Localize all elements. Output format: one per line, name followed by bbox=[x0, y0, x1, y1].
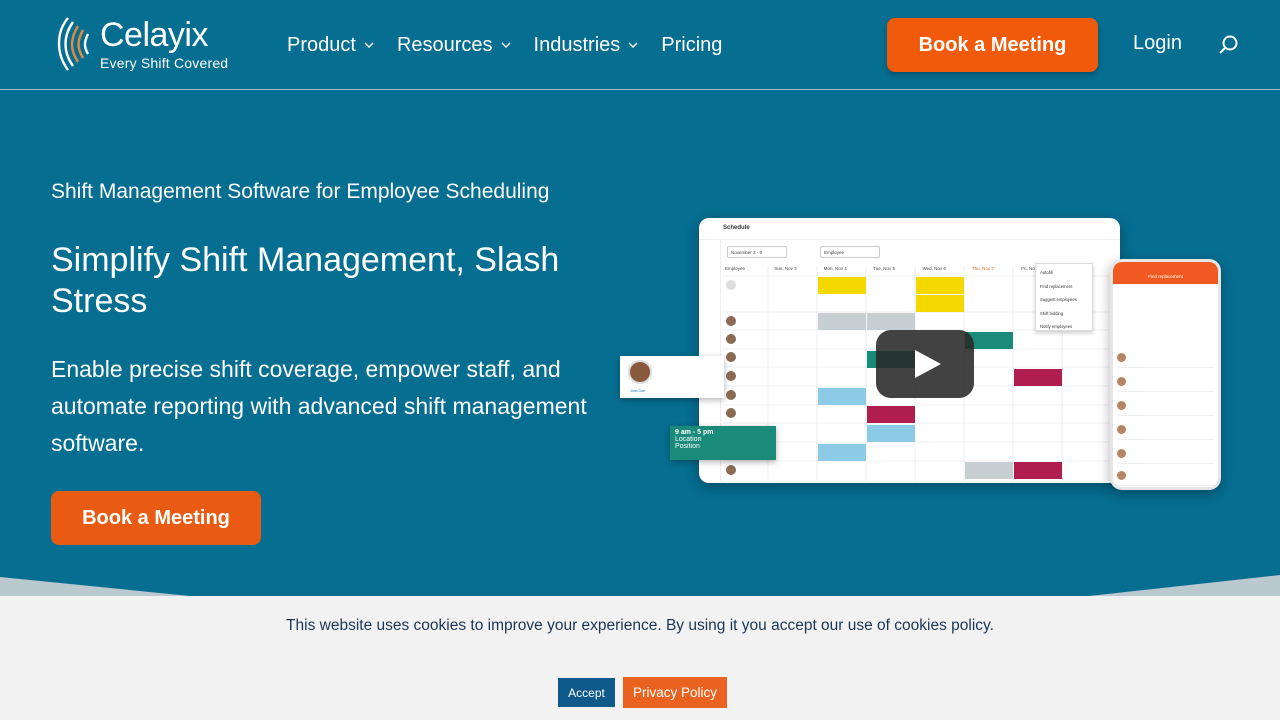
shift-position: Position bbox=[675, 443, 700, 450]
nav-pricing[interactable]: Pricing bbox=[661, 34, 722, 57]
employee-profile-card: John Doe bbox=[620, 356, 724, 398]
nav-product-label: Product bbox=[287, 33, 356, 56]
nav-industries-label: Industries bbox=[533, 33, 621, 56]
shift-block bbox=[916, 295, 964, 312]
profile-name: John Doe bbox=[630, 389, 645, 393]
shift-block bbox=[818, 277, 866, 294]
mockup-col: Thu, Nov 7 bbox=[971, 266, 994, 271]
chevron-down-icon bbox=[628, 42, 638, 48]
mockup-action-menu: Autofill Find replacement Suggest employ… bbox=[1035, 263, 1093, 331]
phone-header: Find replacement bbox=[1113, 262, 1218, 284]
mockup-filter: Employee bbox=[820, 246, 880, 258]
phone-list-item bbox=[1117, 350, 1214, 368]
search-icon[interactable] bbox=[1218, 34, 1240, 56]
hero-subtitle: Enable precise shift coverage, empower s… bbox=[51, 356, 587, 456]
menu-item: Shift bidding bbox=[1040, 310, 1064, 316]
chevron-down-icon bbox=[364, 42, 374, 48]
mockup-topbar: Schedule bbox=[699, 218, 1120, 240]
cookie-banner: This website uses cookies to improve you… bbox=[0, 596, 1280, 720]
hero-kicker: Shift Management Software for Employee S… bbox=[51, 180, 550, 203]
menu-item: Notify employees bbox=[1040, 324, 1073, 329]
logo-name: Celayix bbox=[100, 16, 208, 54]
cookie-message: This website uses cookies to improve you… bbox=[286, 617, 994, 634]
shift-block bbox=[867, 313, 915, 330]
shift-detail-card: 9 am - 5 pm Location Position bbox=[670, 426, 776, 460]
shift-block bbox=[916, 277, 964, 294]
main-nav: Product Resources Industries Pricing bbox=[287, 0, 744, 90]
nav-industries[interactable]: Industries bbox=[534, 34, 640, 57]
login-link[interactable]: Login bbox=[1133, 32, 1182, 55]
cookie-accept-button[interactable]: Accept bbox=[558, 678, 615, 707]
shift-block bbox=[867, 425, 915, 442]
chevron-down-icon bbox=[501, 42, 511, 48]
nav-resources-label: Resources bbox=[396, 33, 493, 56]
hero-title: Simplify Shift Management, Slash Stress bbox=[51, 241, 560, 320]
logo-tagline: Every Shift Covered bbox=[100, 55, 229, 71]
nav-pricing-label: Pricing bbox=[661, 33, 723, 56]
celayix-logo[interactable]: Celayix Every Shift Covered bbox=[54, 14, 234, 76]
nav-product[interactable]: Product bbox=[287, 34, 375, 57]
phone-list-item bbox=[1117, 446, 1214, 464]
shift-block bbox=[1014, 462, 1062, 479]
privacy-policy-button[interactable]: Privacy Policy bbox=[623, 677, 727, 708]
mockup-col: Sun, Nov 3 bbox=[774, 266, 797, 271]
phone-list-item bbox=[1117, 422, 1214, 440]
mockup-date-range: November 3 - 9 bbox=[727, 246, 787, 258]
shift-block bbox=[818, 313, 866, 330]
shift-block bbox=[818, 444, 866, 461]
phone-list-item bbox=[1117, 398, 1214, 416]
shift-block bbox=[1014, 369, 1062, 386]
mockup-col: Mon, Nov 4 bbox=[823, 266, 847, 271]
mockup-col: Tue, Nov 5 bbox=[873, 266, 895, 271]
book-meeting-header-button[interactable]: Book a Meeting bbox=[887, 18, 1098, 72]
mockup-app-title: Schedule bbox=[723, 225, 750, 231]
shift-block bbox=[867, 406, 915, 423]
logo-wave-icon bbox=[57, 17, 90, 71]
shift-location: Location bbox=[675, 436, 702, 443]
mobile-screenshot: Find replacement bbox=[1110, 259, 1221, 490]
mockup-col: Wed, Nov 6 bbox=[922, 266, 946, 271]
nav-resources[interactable]: Resources bbox=[397, 34, 512, 57]
shift-time: 9 am - 5 pm bbox=[675, 429, 714, 436]
menu-item: Suggest employees bbox=[1040, 297, 1077, 302]
phone-list-item bbox=[1117, 374, 1214, 392]
menu-item: Autofill bbox=[1040, 270, 1053, 275]
mockup-col: Employee bbox=[725, 266, 746, 271]
shift-block bbox=[965, 462, 1013, 479]
avatar bbox=[628, 360, 652, 384]
video-play-button[interactable] bbox=[876, 330, 974, 398]
book-meeting-hero-button[interactable]: Book a Meeting bbox=[51, 491, 261, 545]
menu-item: Find replacement bbox=[1040, 283, 1073, 289]
site-header: Celayix Every Shift Covered Product Reso… bbox=[0, 0, 1280, 90]
phone-list-item bbox=[1117, 468, 1214, 486]
shift-block bbox=[818, 388, 866, 405]
